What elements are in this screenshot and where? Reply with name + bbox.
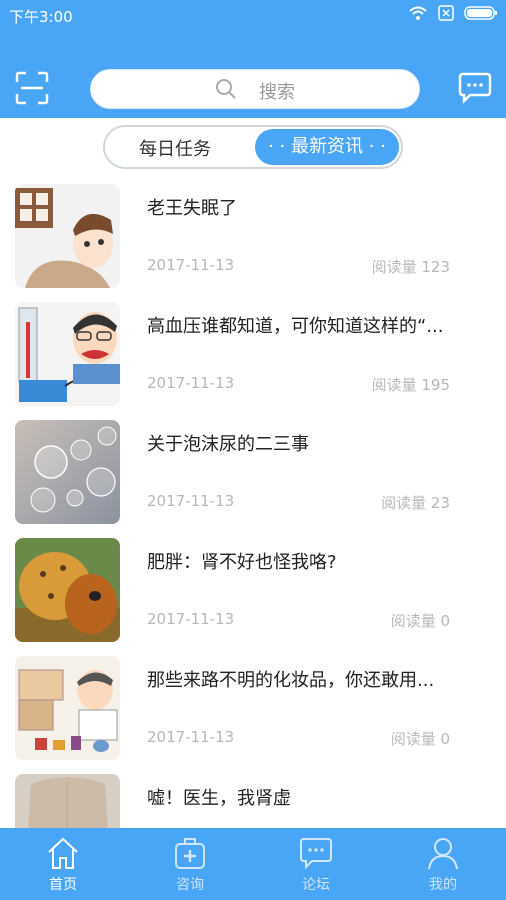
tab-label: 咨询 [176, 877, 204, 893]
tab-daily-tasks[interactable]: 每日任务 [139, 135, 211, 161]
status-bar: 下午3:00 [0, 0, 506, 30]
article-title: 那些来路不明的化妆品，你还敢用... [147, 670, 435, 691]
home-icon [48, 837, 78, 869]
scan-button[interactable] [15, 71, 49, 105]
message-icon [458, 72, 492, 105]
article-read-count: 阅读量 0 [390, 612, 450, 630]
search-input[interactable]: 搜索 [90, 69, 420, 109]
wifi-icon [409, 6, 427, 20]
list-item[interactable]: 老王失眠了 2017-11-13 阅读量 123 [0, 178, 506, 296]
bottom-tab-bar: 首页 咨询 论坛 我的 [0, 828, 506, 900]
segment-control: 每日任务 · · 最新资讯 · · [103, 125, 403, 169]
tab-home[interactable]: 首页 [0, 828, 126, 900]
article-thumbnail [15, 656, 120, 760]
forum-icon [300, 838, 332, 870]
article-title: 肥胖：肾不好也怪我咯? [147, 552, 337, 573]
article-date: 2017-11-13 [147, 492, 235, 510]
article-read-count: 阅读量 23 [381, 494, 450, 512]
status-time: 下午3:00 [9, 8, 73, 26]
user-icon [428, 838, 458, 870]
article-thumbnail [15, 302, 120, 406]
app-header: 下午3:00 搜索 [0, 0, 506, 118]
article-date: 2017-11-13 [147, 256, 235, 274]
article-thumbnail [15, 184, 120, 288]
article-title: 高血压谁都知道，可你知道这样的“... [147, 316, 444, 337]
no-sim-icon [438, 5, 454, 21]
tab-consult[interactable]: 咨询 [127, 828, 253, 900]
tab-latest-news[interactable]: · · 最新资讯 · · [255, 129, 399, 165]
scan-icon [15, 71, 49, 105]
article-title: 老王失眠了 [147, 198, 237, 219]
tab-mine[interactable]: 我的 [380, 828, 506, 900]
article-thumbnail [15, 538, 120, 642]
article-read-count: 阅读量 0 [390, 730, 450, 748]
article-date: 2017-11-13 [147, 728, 235, 746]
tab-label: 论坛 [302, 877, 330, 893]
article-title: 关于泡沫尿的二三事 [147, 434, 309, 455]
tab-label: 首页 [49, 877, 77, 893]
message-button[interactable] [458, 72, 492, 105]
list-item[interactable]: 高血压谁都知道，可你知道这样的“... 2017-11-13 阅读量 195 [0, 296, 506, 414]
search-icon [216, 79, 236, 99]
list-item[interactable]: 肥胖：肾不好也怪我咯? 2017-11-13 阅读量 0 [0, 532, 506, 650]
list-item[interactable]: 那些来路不明的化妆品，你还敢用... 2017-11-13 阅读量 0 [0, 650, 506, 768]
article-thumbnail [15, 420, 120, 524]
medical-kit-icon [175, 838, 205, 869]
article-read-count: 阅读量 195 [371, 376, 450, 394]
article-date: 2017-11-13 [147, 610, 235, 628]
search-placeholder: 搜索 [259, 82, 295, 103]
list-item[interactable]: 关于泡沫尿的二三事 2017-11-13 阅读量 23 [0, 414, 506, 532]
battery-icon [464, 6, 497, 20]
article-title: 嘘！医生，我肾虚 [147, 788, 291, 809]
article-date: 2017-11-13 [147, 374, 235, 392]
article-read-count: 阅读量 123 [371, 258, 450, 276]
tab-label: 我的 [429, 877, 457, 893]
tab-forum[interactable]: 论坛 [253, 828, 379, 900]
